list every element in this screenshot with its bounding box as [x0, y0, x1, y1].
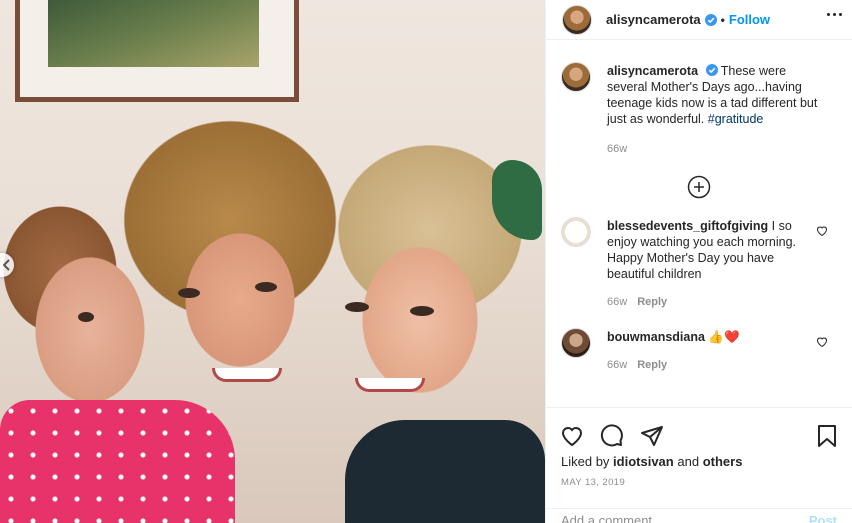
heart-icon[interactable] — [816, 225, 828, 237]
author-avatar[interactable] — [561, 62, 591, 92]
comment-item: bouwmansdiana 👍❤️ 66w Reply — [546, 312, 852, 373]
smile — [212, 368, 282, 382]
verified-icon — [705, 64, 718, 76]
comment-input[interactable]: Add a comment... — [561, 513, 663, 523]
separator-dot: • — [720, 12, 725, 27]
liker-username[interactable]: idiotsivan — [613, 454, 674, 469]
add-comment-bar: Add a comment... Post — [546, 508, 852, 523]
commenter-avatar[interactable] — [561, 217, 591, 247]
caption-username[interactable]: alisyncamerota — [607, 64, 698, 78]
hashtag-link[interactable]: #gratitude — [708, 112, 764, 126]
eye — [410, 306, 434, 316]
comments-list[interactable]: alisyncamerota These were several Mother… — [546, 58, 852, 403]
load-more-icon[interactable] — [687, 175, 711, 199]
likes-prefix: Liked by — [561, 454, 610, 469]
follow-button[interactable]: Follow — [729, 12, 770, 27]
comment-text: 👍❤️ — [708, 330, 740, 344]
heart-icon[interactable] — [816, 336, 828, 348]
likes-summary: Liked by idiotsivan and others — [546, 452, 852, 471]
post-comment-button[interactable]: Post — [809, 513, 837, 523]
post-date[interactable]: MAY 13, 2019 — [546, 471, 852, 494]
post-side-panel: alisyncamerota • Follow alisyncamerota T… — [545, 0, 852, 523]
post-photo[interactable] — [0, 0, 545, 523]
comment-username[interactable]: blessedevents_giftofgiving — [607, 219, 768, 233]
author-avatar[interactable] — [562, 4, 592, 35]
author-username[interactable]: alisyncamerota — [606, 12, 701, 27]
share-icon[interactable] — [640, 424, 664, 448]
comment-icon[interactable] — [600, 423, 624, 448]
comment-age[interactable]: 66w — [607, 296, 627, 308]
load-more-button[interactable] — [546, 175, 852, 199]
comment-age[interactable]: 66w — [607, 359, 627, 371]
action-bar: Liked by idiotsivan and others MAY 13, 2… — [546, 407, 852, 494]
comment-username[interactable]: bouwmansdiana — [607, 330, 705, 344]
post-header: alisyncamerota • Follow — [546, 0, 852, 40]
eye — [78, 312, 94, 322]
smile — [355, 378, 425, 392]
reply-button[interactable]: Reply — [637, 359, 667, 371]
likes-and: and — [677, 454, 700, 469]
eye — [345, 302, 369, 312]
like-heart-icon[interactable] — [560, 424, 584, 448]
commenter-avatar[interactable] — [561, 328, 591, 358]
verified-icon — [704, 13, 717, 26]
dark-shirt — [345, 420, 545, 523]
more-icon[interactable] — [827, 13, 842, 16]
carousel-prev-icon[interactable] — [0, 253, 14, 277]
caption: alisyncamerota These were several Mother… — [546, 58, 852, 157]
comment-item: blessedevents_giftofgiving I so enjoy wa… — [546, 201, 852, 310]
reply-button[interactable]: Reply — [637, 296, 667, 308]
pink-shirt — [0, 400, 235, 523]
wall-painting — [15, 0, 299, 102]
caption-age[interactable]: 66w — [607, 143, 627, 155]
eye — [178, 288, 200, 298]
hair-bow — [492, 160, 542, 240]
likes-others-link[interactable]: others — [703, 454, 743, 469]
bookmark-icon[interactable] — [816, 424, 838, 448]
eye — [255, 282, 277, 292]
